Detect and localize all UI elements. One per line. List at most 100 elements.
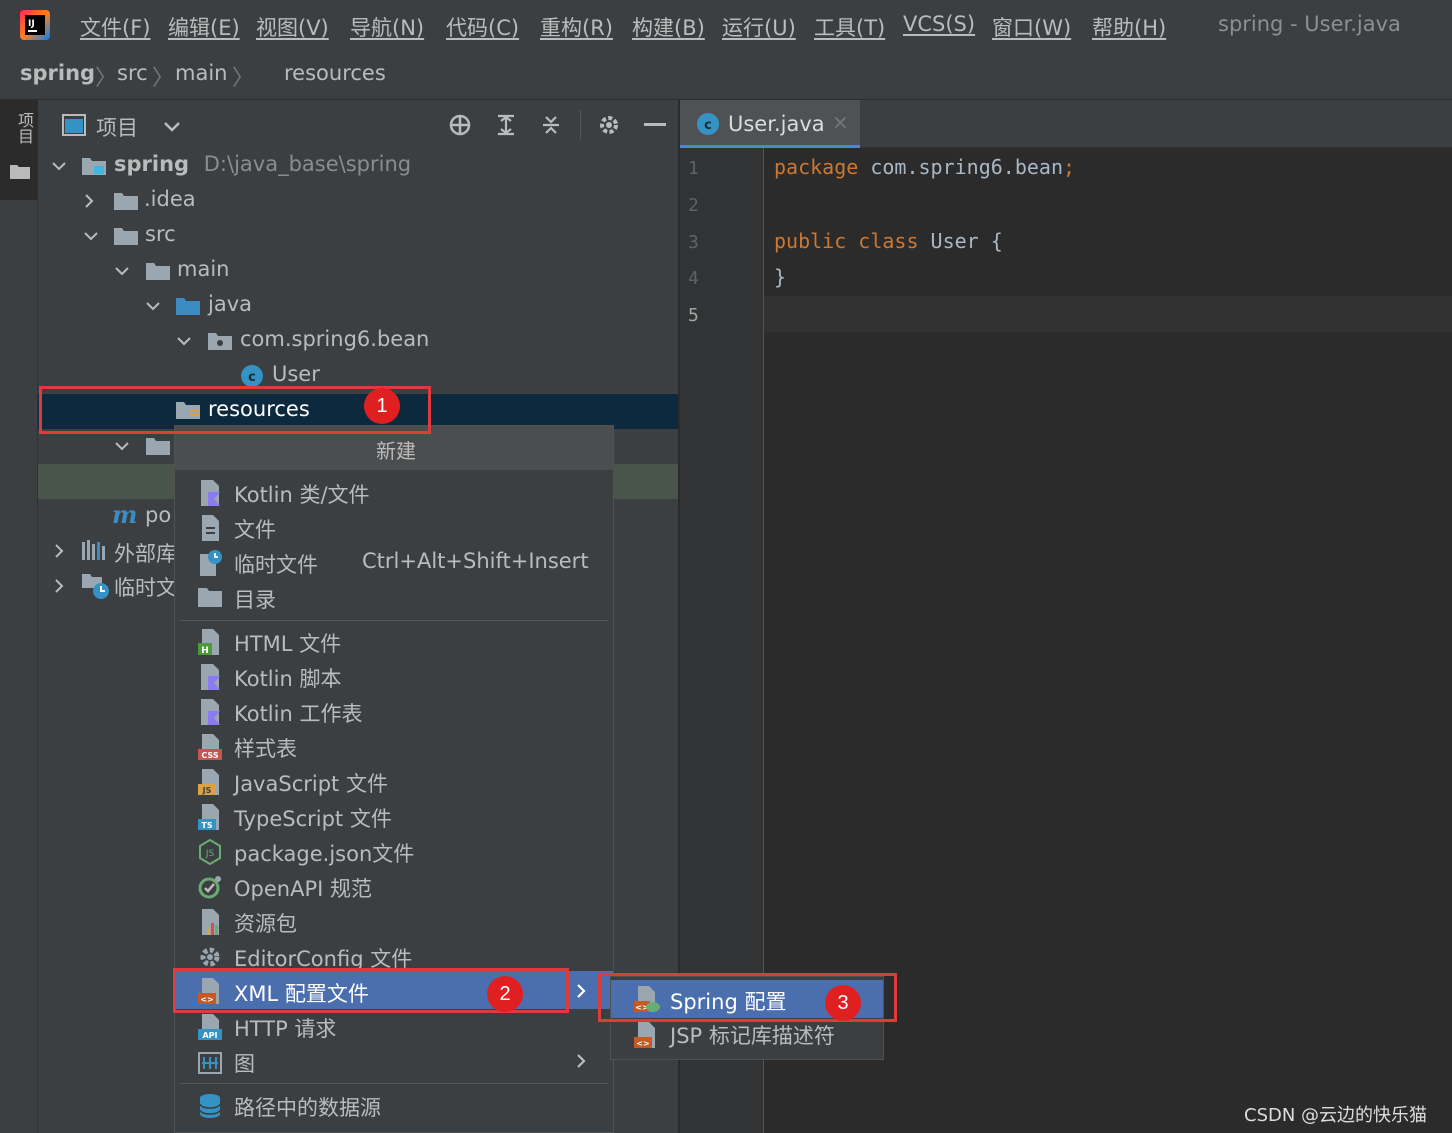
breadcrumb-resources[interactable]: resources (284, 61, 386, 85)
kotlin-script-icon (201, 664, 220, 690)
tree-node-scratches[interactable]: 临时文 (114, 572, 177, 607)
menu-navigate[interactable]: 导航(N) (350, 12, 424, 42)
typescript-file-icon: TS (198, 804, 219, 830)
breadcrumb-main[interactable]: main (175, 61, 227, 85)
chevron-down-icon[interactable] (115, 264, 129, 278)
menu-build[interactable]: 构建(B) (632, 12, 705, 42)
gear-icon[interactable] (597, 113, 621, 137)
submenu-item-jsp-tld[interactable]: JSP 标记库描述符 (670, 1020, 835, 1050)
menu-item-typescript[interactable]: TypeScript 文件 (234, 803, 392, 833)
menu-item-file[interactable]: 文件 (234, 514, 276, 544)
code-keyword: package (774, 155, 859, 179)
chevron-down-icon[interactable] (115, 439, 129, 453)
project-panel-title[interactable]: 项目 (96, 112, 138, 142)
submenu-arrow-icon (577, 984, 586, 998)
minimize-icon[interactable] (644, 123, 666, 126)
menu-item-directory[interactable]: 目录 (234, 584, 276, 614)
tree-node-idea[interactable]: .idea (144, 187, 196, 222)
tree-node-external-libs[interactable]: 外部库 (114, 538, 177, 573)
chevron-down-icon[interactable] (52, 159, 66, 173)
tree-root-path: D:\java_base\spring (203, 152, 412, 176)
line-number: 5 (688, 305, 699, 326)
svg-text:JS: JS (202, 786, 212, 795)
jsp-tld-icon: <> (634, 1022, 655, 1048)
scratches-icon (82, 574, 109, 599)
chevron-right-icon[interactable] (52, 544, 66, 558)
menu-item-resource-bundle[interactable]: 资源包 (234, 908, 297, 938)
chevron-right-icon[interactable] (82, 194, 96, 208)
close-icon[interactable]: × (832, 110, 849, 134)
menu-item-kotlin-worksheet[interactable]: Kotlin 工作表 (234, 698, 362, 728)
collapse-all-icon[interactable] (539, 113, 563, 137)
line-number: 3 (688, 232, 699, 253)
menu-item-html[interactable]: HTML 文件 (234, 628, 341, 658)
menu-item-kotlin-class[interactable]: Kotlin 类/文件 (234, 479, 370, 509)
tree-node-package[interactable]: com.spring6.bean (240, 327, 429, 362)
menu-item-javascript[interactable]: JavaScript 文件 (234, 768, 388, 798)
project-tool-label[interactable]: 项目 (12, 112, 36, 144)
folder-icon (146, 263, 170, 280)
menu-item-kotlin-script[interactable]: Kotlin 脚本 (234, 663, 341, 693)
menu-item-http-request[interactable]: HTTP 请求 (234, 1013, 336, 1043)
chevron-down-icon[interactable] (146, 299, 160, 313)
folder-icon (10, 165, 30, 179)
breadcrumb-src[interactable]: src (117, 61, 148, 85)
css-file-icon: CSS (198, 734, 222, 760)
source-folder-icon (176, 298, 200, 315)
maven-icon: m (112, 500, 138, 529)
menu-run[interactable]: 运行(U) (722, 12, 796, 42)
svg-text:API: API (202, 1031, 217, 1040)
resource-bundle-icon (202, 909, 219, 935)
datasource-icon (199, 1094, 221, 1118)
menu-item-stylesheet[interactable]: 样式表 (234, 733, 297, 763)
chevron-down-icon[interactable] (164, 122, 180, 132)
chevron-down-icon[interactable] (177, 334, 191, 348)
tree-node-java[interactable]: java (208, 292, 252, 327)
expand-all-icon[interactable] (494, 113, 518, 137)
scratch-file-icon (200, 550, 222, 576)
svg-text:TS: TS (201, 821, 212, 830)
module-folder-icon (82, 158, 106, 175)
menu-help[interactable]: 帮助(H) (1092, 12, 1166, 42)
svg-text:JS: JS (205, 849, 215, 859)
package-icon (208, 333, 232, 350)
folder-icon (198, 588, 222, 607)
tree-node-src[interactable]: src (145, 222, 176, 257)
editor-tab[interactable]: c User.java × (680, 100, 860, 148)
menu-item-openapi[interactable]: OpenAPI 规范 (234, 873, 372, 903)
menu-item-datasource[interactable]: 路径中的数据源 (234, 1092, 381, 1122)
annotation-badge-2: 2 (487, 976, 523, 1012)
menu-refactor[interactable]: 重构(R) (540, 12, 613, 42)
intellij-logo-icon: IJ (20, 10, 50, 40)
svg-text:c: c (248, 370, 256, 385)
folder-icon (114, 228, 138, 245)
menu-vcs[interactable]: VCS(S) (903, 12, 975, 36)
chevron-down-icon[interactable] (84, 229, 98, 243)
annotation-badge-1: 1 (364, 388, 400, 424)
menu-file[interactable]: 文件(F) (80, 12, 150, 42)
menu-edit[interactable]: 编辑(E) (168, 12, 240, 42)
locate-icon[interactable] (448, 113, 472, 137)
tree-root-name: spring (114, 152, 190, 176)
folder-icon (114, 193, 138, 210)
code-brace: { (978, 229, 1003, 253)
kotlin-worksheet-icon (201, 699, 220, 725)
menu-item-package-json[interactable]: package.json文件 (234, 838, 414, 868)
breadcrumb-project[interactable]: spring (20, 61, 95, 85)
menu-window[interactable]: 窗口(W) (992, 12, 1071, 42)
tree-node-main[interactable]: main (177, 257, 229, 292)
breadcrumb-separator-icon: 〉 (232, 66, 255, 91)
tree-node-spring[interactable]: spring D:\java_base\spring (114, 152, 411, 187)
annotation-badge-3: 3 (825, 985, 861, 1021)
menu-code[interactable]: 代码(C) (446, 12, 519, 42)
svg-text:CSS: CSS (201, 751, 218, 760)
menu-item-diagram[interactable]: 图 (234, 1048, 255, 1078)
tree-node-pom[interactable]: po (145, 503, 171, 538)
code-line-4: } (774, 265, 786, 289)
diagram-icon (198, 1052, 222, 1074)
menu-view[interactable]: 视图(V) (256, 12, 329, 42)
menu-item-scratch[interactable]: 临时文件 (234, 549, 318, 579)
menu-tools[interactable]: 工具(T) (814, 12, 885, 42)
chevron-right-icon[interactable] (52, 579, 66, 593)
code-line-3: public class User { (774, 229, 1003, 253)
